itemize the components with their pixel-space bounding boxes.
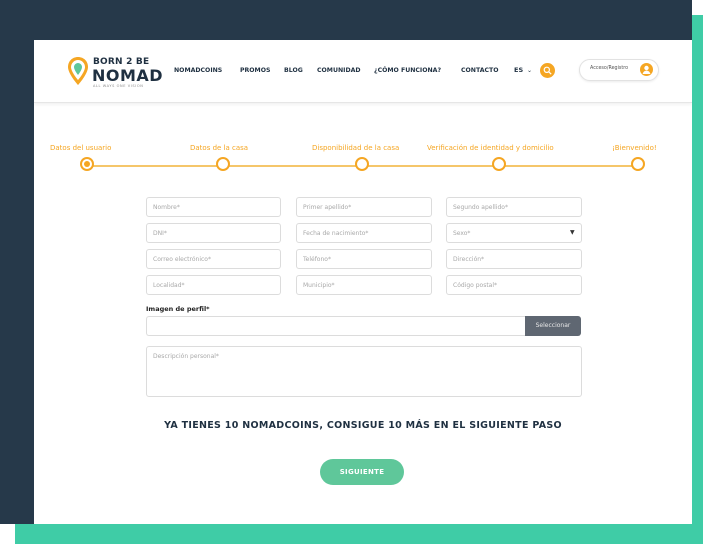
select-file-button[interactable]: Seleccionar bbox=[525, 316, 581, 336]
step-label-5: ¡Bienvenido! bbox=[612, 144, 657, 152]
registration-page: BORN 2 BE NOMAD ALL WAYS ONE VISION NOMA… bbox=[34, 40, 692, 524]
chevron-down-icon: ⌄ bbox=[527, 67, 533, 74]
step-label-3: Disponibilidad de la casa bbox=[312, 144, 400, 152]
primer-apellido-input[interactable] bbox=[296, 197, 432, 217]
nav-item-contacto[interactable]: CONTACTO bbox=[461, 67, 499, 74]
step-circle-4 bbox=[492, 157, 506, 171]
search-icon bbox=[543, 66, 552, 75]
brand-line-2: NOMAD bbox=[92, 66, 164, 85]
brand-logo[interactable]: BORN 2 BE NOMAD ALL WAYS ONE VISION bbox=[67, 56, 163, 90]
search-button[interactable] bbox=[540, 63, 555, 78]
step-label-4: Verificación de identidad y domicilio bbox=[427, 144, 554, 152]
telefono-input[interactable] bbox=[296, 249, 432, 269]
step-circle-1 bbox=[80, 157, 94, 171]
step-circle-3 bbox=[355, 157, 369, 171]
caret-down-icon: ▼ bbox=[570, 229, 575, 236]
direccion-input[interactable] bbox=[446, 249, 582, 269]
user-icon bbox=[640, 63, 653, 76]
nomadcoins-promo-text: YA TIENES 10 NOMADCOINS, CONSIGUE 10 MÁS… bbox=[164, 420, 562, 431]
fecha-nacimiento-input[interactable] bbox=[296, 223, 432, 243]
nombre-input[interactable] bbox=[146, 197, 281, 217]
localidad-input[interactable] bbox=[146, 275, 281, 295]
access-register-label: Acceso/Registro bbox=[590, 66, 629, 71]
nav-item-blog[interactable]: BLOG bbox=[284, 67, 303, 74]
nav-item-como-funciona[interactable]: ¿CÓMO FUNCIONA? bbox=[374, 67, 441, 74]
personal-description-textarea[interactable] bbox=[146, 346, 582, 397]
codigo-postal-input[interactable] bbox=[446, 275, 582, 295]
correo-input[interactable] bbox=[146, 249, 281, 269]
step-circle-2 bbox=[216, 157, 230, 171]
site-header: BORN 2 BE NOMAD ALL WAYS ONE VISION NOMA… bbox=[34, 40, 692, 103]
language-selector[interactable]: ES bbox=[514, 66, 523, 74]
step-label-1: Datos del usuario bbox=[50, 144, 112, 152]
dni-input[interactable] bbox=[146, 223, 281, 243]
nav-item-comunidad[interactable]: COMUNIDAD bbox=[317, 67, 361, 74]
next-button[interactable]: SIGUIENTE bbox=[320, 459, 404, 485]
profile-image-label: Imagen de perfil* bbox=[146, 305, 210, 313]
location-pin-icon bbox=[68, 57, 88, 85]
nav-item-nomadcoins[interactable]: NOMADCOINS bbox=[174, 67, 222, 74]
segundo-apellido-input[interactable] bbox=[446, 197, 582, 217]
municipio-input[interactable] bbox=[296, 275, 432, 295]
step-label-2: Datos de la casa bbox=[190, 144, 249, 152]
profile-image-field[interactable] bbox=[146, 316, 527, 336]
nav-item-promos[interactable]: PROMOS bbox=[240, 67, 270, 74]
brand-tagline: ALL WAYS ONE VISION bbox=[93, 84, 144, 88]
step-circle-5 bbox=[631, 157, 645, 171]
sexo-select[interactable] bbox=[446, 223, 582, 243]
access-register-button[interactable]: Acceso/Registro bbox=[579, 59, 659, 81]
